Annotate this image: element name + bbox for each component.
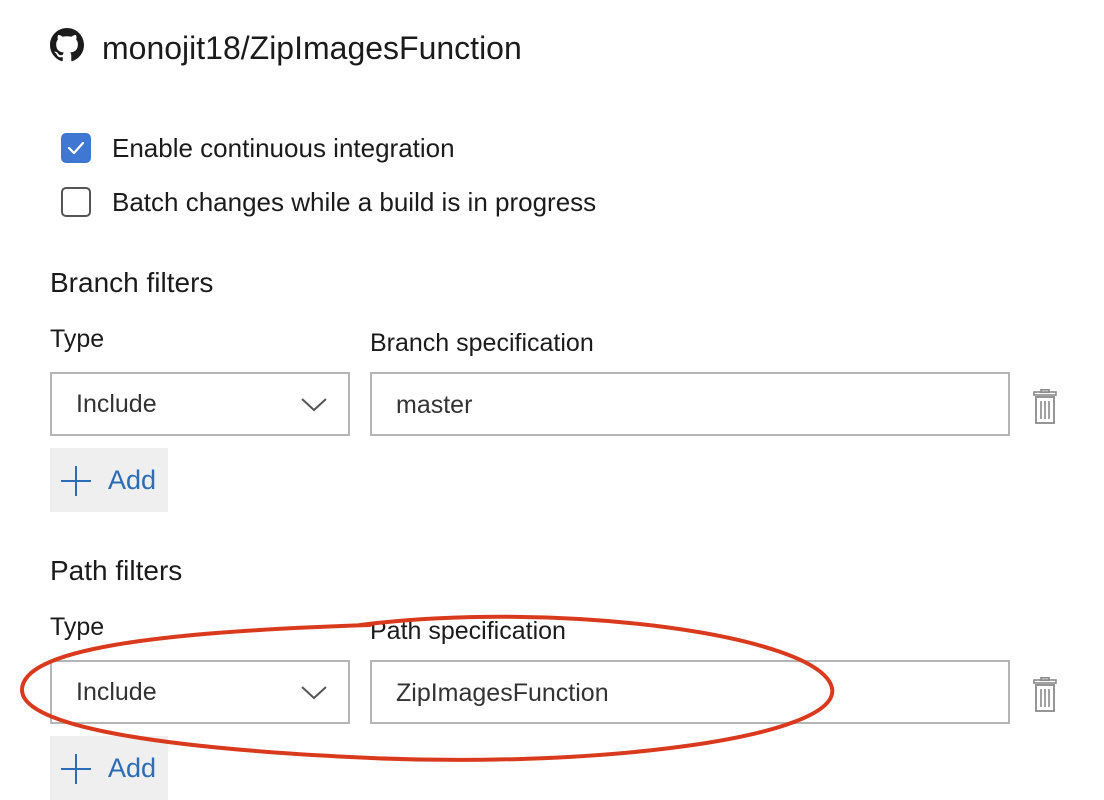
path-spec-input[interactable]: ZipImagesFunction	[370, 660, 1010, 724]
batch-changes-checkbox[interactable]	[61, 187, 91, 217]
path-type-dropdown[interactable]: Include	[50, 660, 350, 724]
add-path-filter-label: Add	[108, 753, 157, 783]
github-icon	[50, 28, 84, 62]
delete-branch-filter-trash-icon[interactable]	[1030, 389, 1060, 425]
add-branch-filter-label: Add	[108, 465, 157, 495]
batch-changes-label[interactable]: Batch changes while a build is in progre…	[112, 187, 596, 217]
branch-spec-label: Branch specification	[370, 329, 594, 357]
path-type-value: Include	[76, 678, 157, 706]
branch-type-dropdown[interactable]: Include	[50, 372, 350, 436]
branch-spec-input[interactable]: master	[370, 372, 1010, 436]
path-filters-title: Path filters	[50, 555, 183, 586]
enable-ci-label[interactable]: Enable continuous integration	[112, 133, 455, 163]
chevron-down-icon	[301, 398, 327, 412]
path-spec-label: Path specification	[370, 617, 566, 645]
branch-spec-value: master	[396, 391, 473, 419]
delete-path-filter-trash-icon[interactable]	[1030, 677, 1060, 713]
branch-type-value: Include	[76, 390, 157, 418]
add-branch-filter-button[interactable]: Add	[50, 448, 168, 512]
repository-name: monojit18/ZipImagesFunction	[102, 30, 522, 66]
add-path-filter-button[interactable]: Add	[50, 736, 168, 800]
path-type-label: Type	[50, 613, 105, 641]
enable-ci-checkbox[interactable]	[61, 133, 91, 163]
branch-filters-title: Branch filters	[50, 267, 214, 298]
plus-icon	[61, 466, 91, 496]
chevron-down-icon	[301, 686, 327, 700]
branch-type-label: Type	[50, 325, 105, 353]
path-spec-value: ZipImagesFunction	[396, 679, 609, 707]
checkmark-icon	[67, 141, 85, 155]
plus-icon	[61, 754, 91, 784]
